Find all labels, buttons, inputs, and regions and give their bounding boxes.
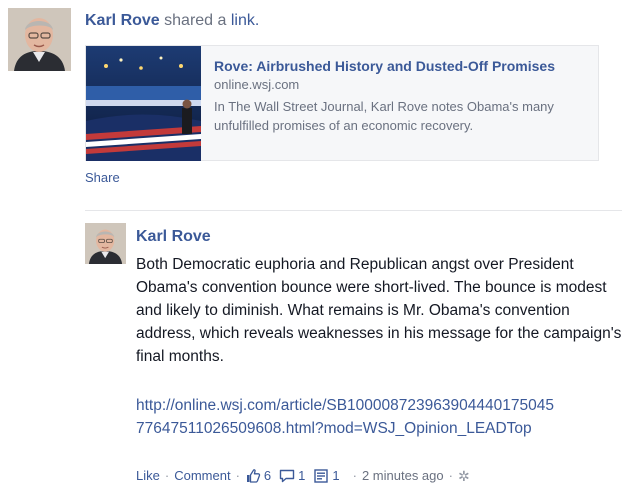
comments-count-value: 1: [298, 468, 306, 483]
separator-dot: ·: [352, 468, 357, 483]
profile-photo: [8, 8, 71, 71]
comments-count[interactable]: 1: [279, 466, 305, 486]
actor-name-link[interactable]: Karl Rove: [85, 12, 160, 29]
shared-link-thumbnail[interactable]: [86, 46, 201, 161]
shared-link-title[interactable]: Rove: Airbrushed History and Dusted-Off …: [214, 57, 588, 75]
thumbs-up-icon: [246, 469, 261, 483]
shared-link-card[interactable]: Rove: Airbrushed History and Dusted-Off …: [85, 45, 599, 161]
likes-count-value: 6: [263, 468, 272, 483]
share-page-icon: [314, 469, 329, 483]
story-object-link[interactable]: link.: [231, 12, 259, 29]
profile-photo: [85, 223, 126, 264]
comment-article-link[interactable]: http://online.wsj.com/article/SB10000872…: [136, 394, 556, 440]
comment-button[interactable]: Comment: [174, 466, 230, 486]
separator-dot: ·: [235, 468, 240, 483]
shares-count[interactable]: 1: [313, 466, 340, 486]
shares-count-value: 1: [332, 468, 340, 483]
story-verb: shared a: [164, 12, 227, 29]
share-button[interactable]: Share: [85, 170, 120, 186]
comment-body: Both Democratic euphoria and Republican …: [136, 256, 622, 365]
convention-stage-image: [86, 46, 201, 161]
speech-bubble-icon: [279, 469, 295, 483]
comment-action-bar: Like · Comment · 6 1 1 · 2 minutes ago ·…: [136, 466, 470, 486]
gear-icon[interactable]: ✲: [458, 466, 470, 486]
likes-count[interactable]: 6: [245, 466, 271, 486]
comment-avatar[interactable]: [85, 223, 126, 264]
comment-author-link[interactable]: Karl Rove: [136, 227, 211, 247]
separator-dot: ·: [164, 468, 170, 483]
shared-link-description: In The Wall Street Journal, Karl Rove no…: [214, 99, 554, 133]
separator-dot: ·: [448, 468, 453, 483]
shared-link-domain: online.wsj.com: [214, 77, 300, 92]
story-header: Karl Rove shared a link.: [85, 10, 259, 32]
comment-timestamp[interactable]: 2 minutes ago: [362, 466, 444, 486]
avatar-karl-rove[interactable]: [8, 8, 71, 71]
like-button[interactable]: Like: [136, 466, 160, 486]
comment-divider: [85, 210, 622, 211]
